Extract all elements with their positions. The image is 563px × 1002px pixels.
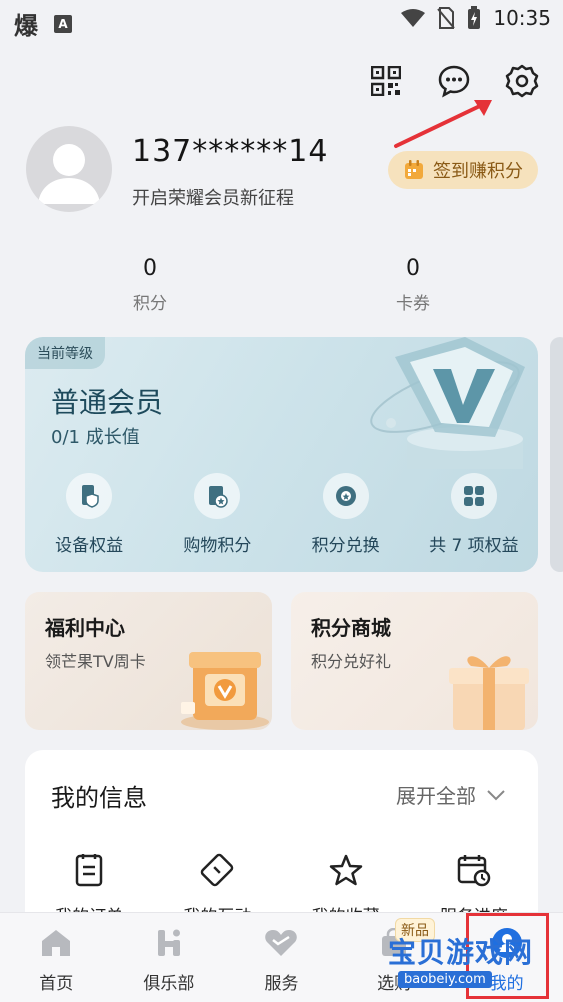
- benefit-shopping-points[interactable]: 购物积分: [153, 473, 281, 556]
- status-time: 10:35: [493, 6, 551, 30]
- tab-service[interactable]: 服务: [225, 913, 338, 1002]
- watermark-url: baobeiy.com: [398, 971, 492, 988]
- gift-icon: [449, 656, 529, 730]
- home-icon: [42, 930, 71, 956]
- status-bar: 爆 A 10:35: [0, 0, 563, 40]
- wifi-icon: [401, 9, 426, 27]
- points-value: 0: [143, 256, 157, 281]
- points-stat[interactable]: 0 积分: [90, 256, 210, 314]
- heart-icon: [265, 930, 298, 956]
- level-tag: 当前等级: [25, 337, 105, 369]
- grid-icon: [463, 486, 484, 506]
- profile-subtitle: 开启荣耀会员新征程: [132, 188, 294, 209]
- tab-club[interactable]: 俱乐部: [113, 913, 226, 1002]
- expand-label: 展开全部: [396, 784, 476, 808]
- welfare-center-card[interactable]: 福利中心 领芒果TV周卡: [25, 592, 272, 730]
- tab-label: 俱乐部: [143, 974, 195, 994]
- tab-label: 首页: [39, 974, 74, 994]
- shopping-points-icon: [209, 486, 229, 508]
- signin-button[interactable]: 签到赚积分: [388, 151, 538, 189]
- promo-subtitle: 积分兑好礼: [311, 652, 392, 671]
- benefit-device[interactable]: 设备权益: [25, 473, 153, 556]
- exchange-icon: [335, 486, 356, 506]
- device-icon: [82, 485, 99, 508]
- order-icon: [75, 854, 103, 887]
- promo-title: 积分商城: [311, 616, 391, 640]
- chevron-down-icon: [487, 789, 505, 800]
- club-icon: [157, 929, 180, 956]
- user-phone: 137******14: [132, 134, 329, 169]
- points-mall-card[interactable]: 积分商城 积分兑好礼: [291, 592, 538, 730]
- calendar-icon: [405, 160, 423, 179]
- star-icon: [329, 854, 362, 886]
- battery-charging-icon: [468, 6, 481, 29]
- coupons-value: 0: [406, 256, 420, 281]
- calendar-clock-icon: [457, 855, 491, 887]
- gift-box-illustration: [181, 652, 269, 730]
- app-notification-icon: 爆: [14, 12, 38, 40]
- points-label: 积分: [133, 294, 167, 314]
- interaction-icon: [201, 853, 234, 887]
- coupons-label: 卡券: [396, 294, 430, 314]
- watermark-title: 宝贝游戏网: [388, 936, 534, 969]
- annotation-arrow: [394, 100, 492, 148]
- benefit-exchange[interactable]: 积分兑换: [282, 473, 410, 556]
- tab-label: 服务: [264, 974, 299, 994]
- benefit-label: 积分兑换: [311, 536, 380, 556]
- benefit-label: 共 7 项权益: [429, 536, 519, 556]
- v-badge-illustration: [370, 337, 525, 469]
- avatar[interactable]: [26, 126, 112, 212]
- watermark: 宝贝游戏网 baobeiy.com: [388, 925, 538, 995]
- member-level-card[interactable]: 当前等级 普通会员 0/1 成长值 设备权益 购物积分 积分兑换 共 7 项权益: [25, 337, 538, 572]
- next-card-peek[interactable]: [550, 337, 563, 572]
- signin-label: 签到赚积分: [433, 161, 523, 182]
- info-title: 我的信息: [51, 784, 147, 812]
- benefit-label: 设备权益: [55, 536, 124, 556]
- settings-icon[interactable]: [503, 62, 541, 100]
- no-sim-icon: [437, 7, 456, 29]
- coupons-stat[interactable]: 0 卡券: [353, 256, 473, 314]
- benefit-all[interactable]: 共 7 项权益: [410, 473, 538, 556]
- a-notification-icon: A: [54, 14, 72, 33]
- level-growth: 0/1 成长值: [51, 427, 140, 448]
- promo-subtitle: 领芒果TV周卡: [45, 652, 146, 671]
- promo-title: 福利中心: [45, 616, 125, 640]
- level-name: 普通会员: [51, 386, 164, 419]
- benefit-label: 购物积分: [183, 536, 252, 556]
- tab-home[interactable]: 首页: [0, 913, 113, 1002]
- expand-all-button[interactable]: 展开全部: [396, 780, 506, 809]
